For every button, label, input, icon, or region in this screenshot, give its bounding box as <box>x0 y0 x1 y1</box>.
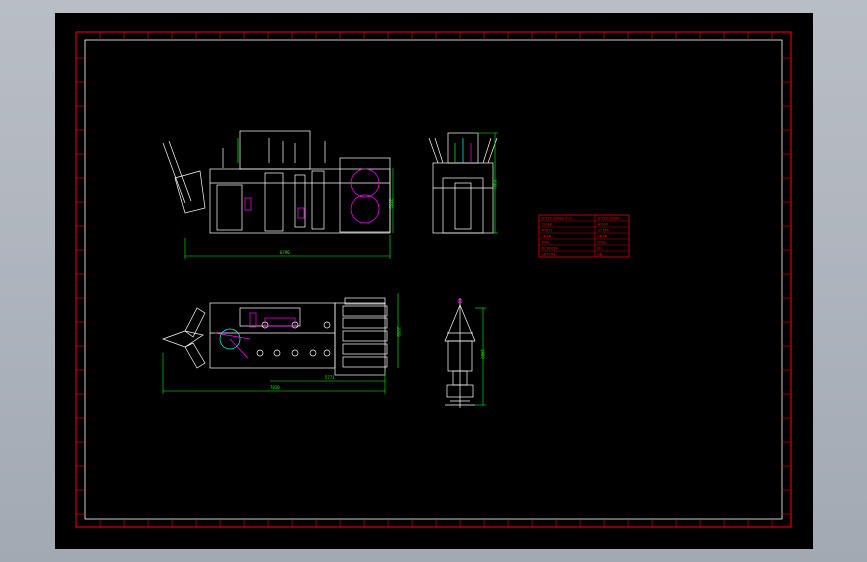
drawing-sheet: 6790 3550 3560 SFZ10-40000/110 SFZ10-400… <box>55 13 813 549</box>
title-block-value: SFZ10-40000 <box>597 217 620 221</box>
title-block-label: YNd11 <box>541 229 552 233</box>
bushing-height-dim: 1960 <box>480 349 485 359</box>
front-view <box>162 130 391 234</box>
title-block-value: 50Hz <box>597 241 606 245</box>
title-block-value: ONAN <box>597 235 608 239</box>
front-length-dim: 6790 <box>280 250 290 255</box>
title-block-label: GB1094 <box>541 253 556 257</box>
zone-ticks <box>76 32 791 527</box>
top-sub-dim: 5771 <box>325 375 335 380</box>
front-dims <box>184 168 394 259</box>
title-block-label: ONAN <box>541 235 552 239</box>
front-height-dim: 3550 <box>388 199 393 209</box>
side-height-dim: 3560 <box>492 179 497 189</box>
top-total-dim: 7820 <box>270 385 280 390</box>
title-block-value: 10.5kV <box>597 229 610 233</box>
title-block-label: 110kV <box>541 223 553 227</box>
top-width-dim: 2950 <box>396 327 401 337</box>
title-block-value: 40000 <box>597 223 608 227</box>
top-view <box>161 297 388 376</box>
drawing-canvas: 6790 3550 3560 SFZ10-40000/110 SFZ10-400… <box>75 31 792 528</box>
side-view <box>428 132 498 234</box>
bushing-detail <box>444 298 476 408</box>
cad-viewport[interactable]: 6790 3550 3560 SFZ10-40000/110 SFZ10-400… <box>0 0 867 562</box>
outer-frame <box>75 31 792 528</box>
title-block-value: IEC <box>597 247 603 251</box>
title-block-label: SFZ10-40000/110 <box>541 217 572 221</box>
title-block-value: GB <box>597 253 603 257</box>
title-block-label: 50Hz <box>541 241 550 245</box>
title-block: SFZ10-40000/110 SFZ10-40000 110kV 40000 YNd1… <box>538 214 630 258</box>
title-block-label: IEC60076 <box>541 247 558 251</box>
inner-border <box>84 39 783 520</box>
